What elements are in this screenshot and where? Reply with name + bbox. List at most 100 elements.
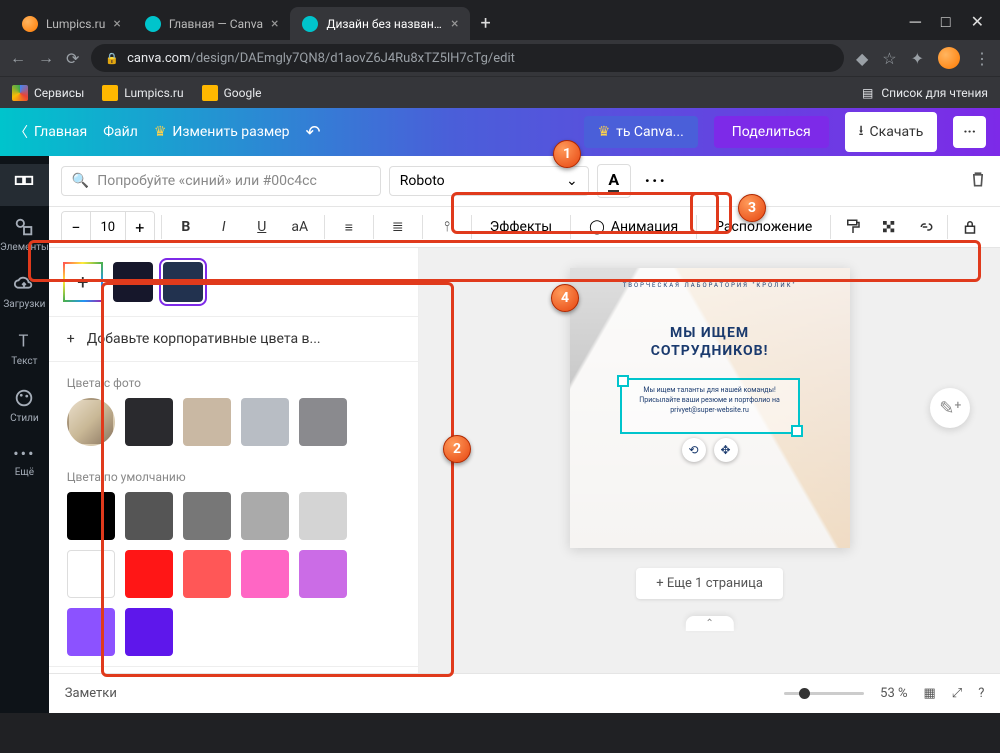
new-tab-button[interactable]: + [470,7,500,40]
grid-view-button[interactable]: ▦ [924,686,936,701]
omnibox[interactable]: 🔒 canva.com/design/DAEmgly7QN8/d1aovZ6J4… [91,44,844,72]
align-button[interactable]: ≡ [331,211,367,243]
plus-icon: + [67,331,75,347]
fullscreen-button[interactable]: ⤢ [952,686,962,701]
bold-button[interactable]: B [168,211,204,243]
brand-colors-row[interactable]: + Добавьте корпоративные цвета в... [49,316,418,362]
add-page-button[interactable]: + Еще 1 страница [636,568,783,599]
reading-list-button[interactable]: Список для чтения [881,86,988,100]
text-color-button[interactable]: A [597,164,631,198]
transparency-button[interactable] [871,211,907,243]
color-swatch[interactable] [125,492,173,540]
bookmark-apps[interactable]: Сервисы [12,85,84,101]
extension-icon[interactable]: ✦ [911,49,924,68]
font-select[interactable]: Roboto ⌄ [389,166,589,196]
case-button[interactable]: aA [282,211,318,243]
download-button[interactable]: ⭳Скачать [845,112,938,152]
color-swatch-selected[interactable] [163,262,203,302]
animation-button[interactable]: ◯Анимация [577,213,690,241]
italic-button[interactable]: I [206,211,242,243]
maximize-icon[interactable]: □ [941,12,951,32]
spacing-button[interactable]: ⫯ [429,211,465,243]
effects-button[interactable]: Эффекты [478,213,564,241]
home-button[interactable]: 〈Главная [14,122,87,142]
decrease-button[interactable]: − [62,212,90,242]
sidebar-item-text[interactable]: TТекст [0,320,49,377]
color-search-input[interactable]: 🔍 Попробуйте «синий» или #00c4cc [61,166,381,196]
bookmark-google[interactable]: Google [202,85,262,101]
try-canva-button[interactable]: ♛ть Canva... [584,116,698,148]
tab-canva-design[interactable]: Дизайн без названия — Invitat × [290,7,470,40]
back-button[interactable]: ← [10,48,26,68]
more-button[interactable]: ··· [953,116,986,148]
color-swatch[interactable] [183,398,231,446]
undo-button[interactable]: ↶ [306,122,321,143]
color-swatch[interactable] [183,550,231,598]
star-icon[interactable]: ☆ [882,49,896,68]
design-page[interactable]: ТВОРЧЕСКАЯ ЛАБОРАТОРИЯ "КРОЛИК" МЫ ИЩЕМС… [570,268,850,548]
more-options-button[interactable]: ··· [639,164,673,198]
reload-button[interactable]: ⟳ [66,49,79,68]
zoom-value[interactable]: 53 % [880,686,907,701]
sidebar-item-elements[interactable]: Элементы [0,206,49,263]
color-swatch[interactable] [125,550,173,598]
color-swatch[interactable] [241,398,289,446]
link-button[interactable] [907,211,943,243]
font-size-input[interactable] [90,212,126,242]
help-button[interactable]: ? [978,686,984,701]
notes-button[interactable]: Заметки [65,686,117,701]
elements-icon [13,216,35,238]
add-palette-row[interactable]: Добавьте другую палитру ♛LEARN MORE [49,666,418,673]
comment-button[interactable]: ✎⁺ [930,388,970,428]
tab-lumpics[interactable]: Lumpics.ru × [10,7,133,40]
expand-pages-button[interactable]: ⌃ [685,616,733,631]
color-swatch[interactable] [241,492,289,540]
color-swatch[interactable] [67,608,115,656]
add-color-button[interactable]: + [63,262,103,302]
sidebar-label: Текст [11,356,37,367]
color-swatch[interactable] [299,492,347,540]
rotate-handle[interactable]: ⟲ [682,438,706,462]
color-swatch[interactable] [183,492,231,540]
effects-label: Эффекты [490,219,552,235]
sidebar-item-styles[interactable]: Стили [0,377,49,434]
underline-button[interactable]: U [244,211,280,243]
copy-style-button[interactable] [835,211,871,243]
increase-button[interactable]: + [126,212,154,242]
sidebar-item-uploads[interactable]: Загрузки [0,263,49,320]
profile-avatar[interactable] [938,47,960,69]
bookmark-lumpics[interactable]: Lumpics.ru [102,85,183,101]
menu-icon[interactable]: ⋮ [974,49,990,68]
forward-button[interactable]: → [38,48,54,68]
delete-button[interactable] [968,169,988,193]
canvas-area[interactable]: ТВОРЧЕСКАЯ ЛАБОРАТОРИЯ "КРОЛИК" МЫ ИЩЕМС… [419,248,1000,673]
color-swatch[interactable] [241,550,289,598]
minimize-icon[interactable]: ─ [910,12,921,32]
color-swatch[interactable] [67,492,115,540]
color-swatch[interactable] [125,398,173,446]
list-button[interactable]: ≣ [380,211,416,243]
position-button[interactable]: Расположение [703,213,824,241]
color-swatch[interactable] [67,550,115,598]
color-swatch[interactable] [125,608,173,656]
color-swatch[interactable] [113,262,153,302]
selected-textbox[interactable]: Мы ищем таланты для нашей команды! Присы… [620,378,800,434]
close-icon[interactable]: × [451,16,458,32]
sidebar-item-templates[interactable] [0,164,49,206]
zoom-slider[interactable] [784,692,864,695]
lighthouse-icon[interactable]: ◆ [856,49,868,68]
close-icon[interactable]: × [271,16,278,32]
share-button[interactable]: Поделиться [714,116,829,148]
move-handle[interactable]: ✥ [714,438,738,462]
close-icon[interactable]: × [113,16,120,32]
lock-button[interactable] [952,211,988,243]
font-size-stepper[interactable]: − + [61,211,155,243]
color-swatch[interactable] [299,550,347,598]
sidebar-item-more[interactable]: •••Ещё [0,434,49,488]
resize-button[interactable]: ♛Изменить размер [154,124,290,140]
color-swatch[interactable] [299,398,347,446]
tab-canva-home[interactable]: Главная — Canva × [133,7,291,40]
file-menu[interactable]: Файл [103,124,138,140]
photo-thumb[interactable] [67,398,115,446]
close-window-icon[interactable]: ✕ [971,12,984,32]
